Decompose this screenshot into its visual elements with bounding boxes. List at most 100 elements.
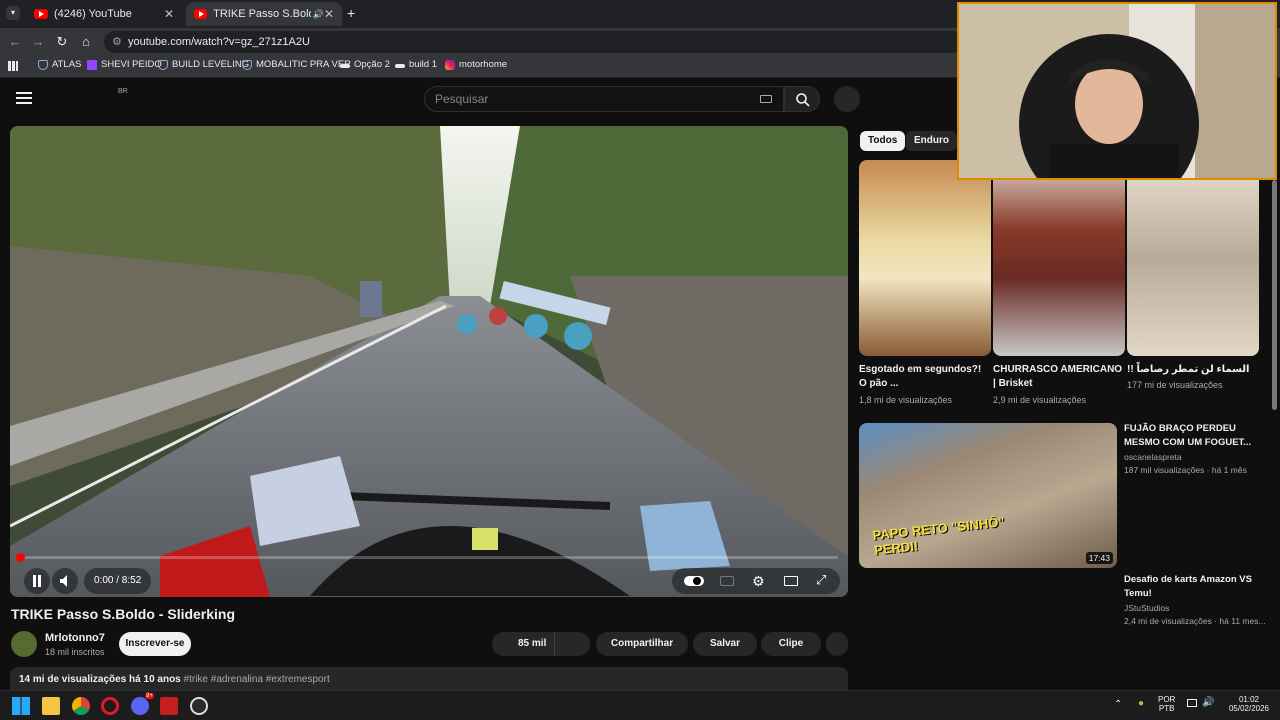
url-field[interactable]: ⚙ youtube.com/watch?v=gz_271z1A2U <box>104 31 964 53</box>
webcam-overlay <box>957 2 1277 180</box>
home-icon[interactable]: ⌂ <box>77 33 95 51</box>
short-views: 2,9 mi de visualizações <box>993 395 1087 405</box>
tab-search-dropdown[interactable]: ▾ <box>6 6 20 20</box>
youtube-favicon-icon <box>194 9 208 19</box>
description-box[interactable]: 14 mi de visualizações há 10 anos #trike… <box>10 667 848 691</box>
hamburger-menu-icon[interactable] <box>16 92 32 104</box>
channel-name[interactable]: Mrlotonno7 <box>45 632 105 644</box>
bookmark-label: BUILD LEVELING <box>172 59 250 70</box>
dislike-button[interactable] <box>554 632 590 656</box>
show-hidden-icons[interactable]: ⌃ <box>1114 699 1122 710</box>
tab-current-video[interactable]: TRIKE Passo S.Boldo - Slide 🔊 ✕ <box>186 2 342 26</box>
youtube-logo[interactable] <box>44 89 118 109</box>
save-button[interactable]: Salvar <box>693 632 757 656</box>
video-title-link[interactable]: FUJÃO BRAÇO PERDEU MESMO COM UM FOGUET..… <box>1124 422 1264 450</box>
speaker-icon[interactable]: 🔊 <box>313 9 324 20</box>
video-thumbnail[interactable]: PAPO RETO "SINHÔ" PERDI! 17:43 <box>859 423 1117 568</box>
clip-button[interactable]: Clipe <box>761 632 821 656</box>
chip-all[interactable]: Todos <box>860 131 906 151</box>
video-channel[interactable]: oscanelaspreta <box>1124 452 1182 462</box>
network-icon[interactable] <box>1187 699 1197 707</box>
search-icon <box>796 93 810 107</box>
language-indicator[interactable]: POR PTB <box>1158 695 1175 713</box>
bookmark-motorhome[interactable]: motorhome <box>445 59 507 70</box>
search-input[interactable]: Pesquisar <box>424 86 784 112</box>
back-icon[interactable]: ← <box>6 33 24 51</box>
speaker-icon[interactable]: 🔊 <box>1202 697 1214 708</box>
video-title-link[interactable]: Desafio de karts Amazon VS Temu! <box>1124 573 1264 601</box>
short-title[interactable]: !! السماء لن تمطر رصاصاً <box>1127 363 1257 377</box>
youtube-favicon-icon <box>34 9 48 19</box>
short-title[interactable]: Esgotado em segundos?! O pão ... <box>859 363 989 391</box>
forward-icon[interactable]: → <box>29 33 47 51</box>
pause-icon <box>33 575 41 587</box>
subscribe-button[interactable]: Inscrever-se <box>119 632 191 656</box>
short-thumbnail[interactable] <box>1127 160 1259 356</box>
new-tab-button[interactable]: + <box>347 5 355 21</box>
bookmark-label: MOBALITIC PRA VER <box>256 59 352 70</box>
language-code: POR <box>1158 695 1176 704</box>
obs-icon[interactable] <box>190 697 208 715</box>
autoplay-toggle[interactable] <box>684 576 704 586</box>
site-info-icon[interactable]: ⚙ <box>112 31 122 53</box>
bookmark-label: motorhome <box>459 59 508 70</box>
streaming-app-icon[interactable] <box>160 697 178 715</box>
chip-enduro[interactable]: Enduro <box>906 131 957 151</box>
tab-youtube-home[interactable]: (4246) YouTube ✕ <box>26 2 182 26</box>
short-thumbnail[interactable] <box>993 160 1125 356</box>
progress-bar[interactable] <box>16 553 838 562</box>
discord-icon[interactable]: 9+ <box>131 693 154 715</box>
chrome-icon[interactable] <box>72 697 90 715</box>
file-explorer-icon[interactable] <box>42 697 60 715</box>
clock[interactable]: 01:02 05/02/2026 <box>1222 695 1276 713</box>
reload-icon[interactable]: ↻ <box>53 33 71 51</box>
close-tab-icon[interactable]: ✕ <box>324 7 334 21</box>
channel-avatar[interactable] <box>11 631 37 657</box>
theater-mode-icon[interactable] <box>784 576 798 586</box>
bookmark-label: Opção 2 <box>354 59 390 70</box>
close-tab-icon[interactable]: ✕ <box>164 7 174 21</box>
notification-badge: 9+ <box>145 693 154 699</box>
hashtags[interactable]: #trike #adrenalina #extremesport <box>184 674 330 685</box>
more-actions-button[interactable] <box>826 632 848 656</box>
video-player[interactable]: 0:00 / 8:52 ⚙ ⤢ <box>10 126 848 597</box>
mustache-icon <box>340 64 350 68</box>
shield-icon <box>38 59 48 70</box>
subscriber-count: 18 mil inscritos <box>45 647 105 657</box>
tab-title: (4246) YouTube <box>54 8 132 20</box>
bookmark-mobalitic[interactable]: MOBALITIC PRA VER <box>242 59 351 70</box>
volume-button[interactable] <box>52 568 78 594</box>
share-button[interactable]: Compartilhar <box>596 632 688 656</box>
opera-icon[interactable] <box>101 697 119 715</box>
keyboard-icon[interactable] <box>760 95 772 103</box>
pause-button[interactable] <box>24 568 50 594</box>
bookmark-opcao-2[interactable]: Opção 2 <box>340 59 390 70</box>
apps-grid-icon[interactable] <box>8 61 18 71</box>
scrubber-handle[interactable] <box>16 553 25 562</box>
bookmark-label: build 1 <box>409 59 437 70</box>
url-text: youtube.com/watch?v=gz_271z1A2U <box>128 36 310 48</box>
fullscreen-icon[interactable]: ⤢ <box>816 572 826 588</box>
video-channel[interactable]: JStuStudios <box>1124 603 1169 613</box>
bookmark-build-leveling[interactable]: BUILD LEVELING <box>158 59 249 70</box>
bookmark-build-1[interactable]: build 1 <box>395 59 437 70</box>
settings-gear-icon[interactable]: ⚙ <box>752 573 765 590</box>
short-title[interactable]: CHURRASCO AMERICANO | Brisket <box>993 363 1123 391</box>
short-thumbnail[interactable] <box>859 160 991 356</box>
windows-start-icon[interactable] <box>12 697 30 715</box>
keyboard-layout: PTB <box>1158 704 1175 713</box>
bookmark-label: SHEVI PEIDO <box>101 59 162 70</box>
search-button[interactable] <box>784 86 820 112</box>
microphone-icon[interactable]: ● <box>1138 698 1144 709</box>
bookmark-atlas[interactable]: ATLAS <box>38 59 81 70</box>
subtitles-icon[interactable] <box>720 576 734 586</box>
country-code: BR <box>118 88 128 95</box>
short-views: 1,8 mi de visualizações <box>859 395 953 405</box>
bookmark-shevi-peido[interactable]: SHEVI PEIDO <box>87 59 162 70</box>
scrollbar[interactable] <box>1272 180 1277 410</box>
speaker-icon <box>60 575 67 587</box>
video-frame <box>10 126 848 597</box>
instagram-icon <box>445 59 455 70</box>
short-views: 177 mi de visualizações <box>1127 380 1223 390</box>
voice-search-button[interactable] <box>834 86 860 112</box>
